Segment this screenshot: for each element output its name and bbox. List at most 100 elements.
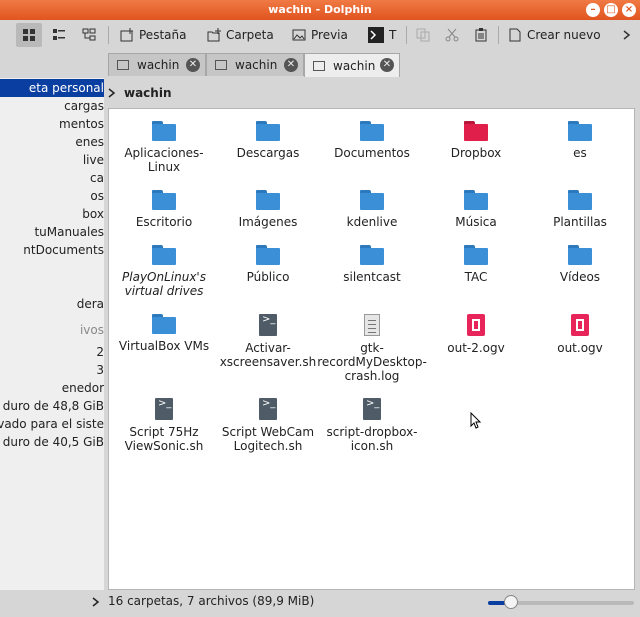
file-item[interactable]: >_ Script WebCam Logitech.sh <box>213 398 323 453</box>
cut-button[interactable] <box>445 23 459 47</box>
minimize-button[interactable]: – <box>586 3 600 17</box>
sidebar-item-descargas[interactable]: cargas <box>0 97 104 115</box>
sidebar-item-imagenes[interactable]: enes <box>0 133 104 151</box>
preview-button[interactable]: Previa <box>292 23 348 47</box>
sidebar-item-device-2[interactable]: 2 <box>0 343 104 361</box>
file-item[interactable]: out.ogv <box>525 314 635 355</box>
folder-icon <box>568 190 592 210</box>
create-new-button[interactable]: Crear nuevo <box>508 23 601 47</box>
breadcrumb: wachin <box>108 84 172 102</box>
file-name: Plantillas <box>553 215 607 229</box>
file-name: Vídeos <box>559 270 601 284</box>
file-item[interactable]: out-2.ogv <box>421 314 531 355</box>
tab-bar: wachin ✕ wachin ✕ wachin ✕ <box>108 53 640 77</box>
icons-view-button[interactable] <box>16 23 42 47</box>
new-tab-icon <box>120 28 133 42</box>
file-item[interactable]: >_ script-dropbox-icon.sh <box>317 398 427 453</box>
zoom-slider-handle[interactable] <box>504 595 519 609</box>
sidebar-item-device-3[interactable]: 3 <box>0 361 104 379</box>
file-item[interactable]: silentcast <box>317 245 427 284</box>
mouse-cursor-icon <box>470 411 482 433</box>
zoom-slider[interactable] <box>488 595 634 609</box>
terminal-button[interactable]: T <box>368 23 396 47</box>
folder-icon <box>256 190 280 210</box>
file-item[interactable]: TAC <box>421 245 531 284</box>
folder-tab-icon <box>215 60 227 70</box>
file-item[interactable]: Descargas <box>213 121 323 160</box>
chevron-right-icon[interactable] <box>108 88 116 98</box>
file-item[interactable]: >_ Activar-xscreensaver.sh <box>213 314 323 369</box>
tab-wachin-1[interactable]: wachin ✕ <box>108 53 206 76</box>
folder-icon <box>568 121 592 141</box>
copy-button[interactable] <box>416 23 430 47</box>
file-name: Script WebCam Logitech.sh <box>221 425 315 453</box>
shell-script-icon: >_ <box>259 314 277 336</box>
file-item[interactable]: PlayOnLinux's virtual drives <box>109 245 219 298</box>
clipboard-icon <box>475 28 487 42</box>
file-item[interactable]: Música <box>421 190 531 229</box>
file-item[interactable]: es <box>525 121 635 160</box>
folder-tab-icon <box>313 60 325 71</box>
tab-wachin-2[interactable]: wachin ✕ <box>206 53 304 76</box>
file-item[interactable]: VirtualBox VMs <box>109 314 219 353</box>
file-item[interactable]: Público <box>213 245 323 284</box>
sidebar-item-manuales[interactable]: tuManuales <box>0 223 104 241</box>
folder-icon <box>256 121 280 141</box>
new-tab-button[interactable]: Pestaña <box>120 23 186 47</box>
file-name: out.ogv <box>557 341 603 355</box>
file-view[interactable]: Aplicaciones-Linux Descargas Documentos … <box>108 108 635 590</box>
close-tab-icon[interactable]: ✕ <box>284 58 298 72</box>
file-item[interactable]: kdenlive <box>317 190 427 229</box>
toolbar-separator <box>406 26 407 44</box>
close-tab-icon[interactable]: ✕ <box>380 58 394 72</box>
file-item[interactable]: Documentos <box>317 121 427 160</box>
file-item[interactable]: Vídeos <box>525 245 635 284</box>
sidebar-item-videos[interactable]: os <box>0 187 104 205</box>
file-name: Descargas <box>236 146 300 160</box>
status-bar: 16 carpetas, 7 archivos (89,9 MiB) <box>0 590 640 617</box>
file-item[interactable]: Dropbox <box>421 121 531 160</box>
sidebar-item-contenedor[interactable]: enedor <box>0 379 104 397</box>
file-item[interactable]: Imágenes <box>213 190 323 229</box>
breadcrumb-current[interactable]: wachin <box>124 86 172 100</box>
sidebar-item-home[interactable]: eta personal <box>0 79 104 97</box>
more-actions-button[interactable] <box>622 23 632 47</box>
file-item[interactable]: Aplicaciones-Linux <box>109 121 219 174</box>
sidebar-item-disco-40[interactable]: o duro de 40,5 GiB <box>0 433 104 451</box>
new-folder-label: Carpeta <box>226 28 274 42</box>
sidebar-item-dropbox[interactable]: box <box>0 205 104 223</box>
paste-button[interactable] <box>474 23 488 47</box>
sidebar-item-recentdocuments[interactable]: ntDocuments <box>0 241 104 259</box>
scissors-icon <box>445 28 459 42</box>
close-button[interactable]: × <box>622 3 636 17</box>
tab-wachin-3[interactable]: wachin ✕ <box>304 53 400 77</box>
file-item[interactable]: Escritorio <box>109 190 219 229</box>
compact-view-button[interactable] <box>46 23 72 47</box>
file-item[interactable]: >_ Script 75Hz ViewSonic.sh <box>109 398 219 453</box>
compact-view-icon <box>53 29 65 40</box>
new-folder-button[interactable]: Carpeta <box>207 23 274 47</box>
file-name: Imágenes <box>238 215 298 229</box>
toolbar-separator <box>498 26 499 44</box>
sidebar-item-disco-48[interactable]: o duro de 48,8 GiB <box>0 397 104 415</box>
file-name: silentcast <box>343 270 401 284</box>
tab-label: wachin <box>137 58 180 72</box>
maximize-button[interactable]: □ <box>604 3 618 17</box>
terminal-label: T <box>389 28 397 42</box>
file-item[interactable]: gtk-recordMyDesktop-crash.log <box>317 314 427 383</box>
sidebar-item-documentos[interactable]: mentos <box>0 115 104 133</box>
places-panel: eta personal cargas mentos enes live ca … <box>0 78 104 590</box>
tab-label: wachin <box>235 58 278 72</box>
sidebar-item-reservado[interactable]: rvado para el siste <box>0 415 104 433</box>
folder-tab-icon <box>117 60 129 70</box>
dropbox-folder-icon <box>464 121 488 141</box>
new-document-icon <box>509 28 521 42</box>
details-view-button[interactable] <box>76 23 102 47</box>
sidebar-item-kdenlive[interactable]: live <box>0 151 104 169</box>
file-item[interactable]: Plantillas <box>525 190 635 229</box>
sidebar-item-papelera[interactable]: dera <box>0 295 104 313</box>
window-controls: – □ × <box>586 3 636 17</box>
chevron-right-icon[interactable] <box>92 597 100 607</box>
sidebar-item-musica[interactable]: ca <box>0 169 104 187</box>
close-tab-icon[interactable]: ✕ <box>186 58 200 72</box>
